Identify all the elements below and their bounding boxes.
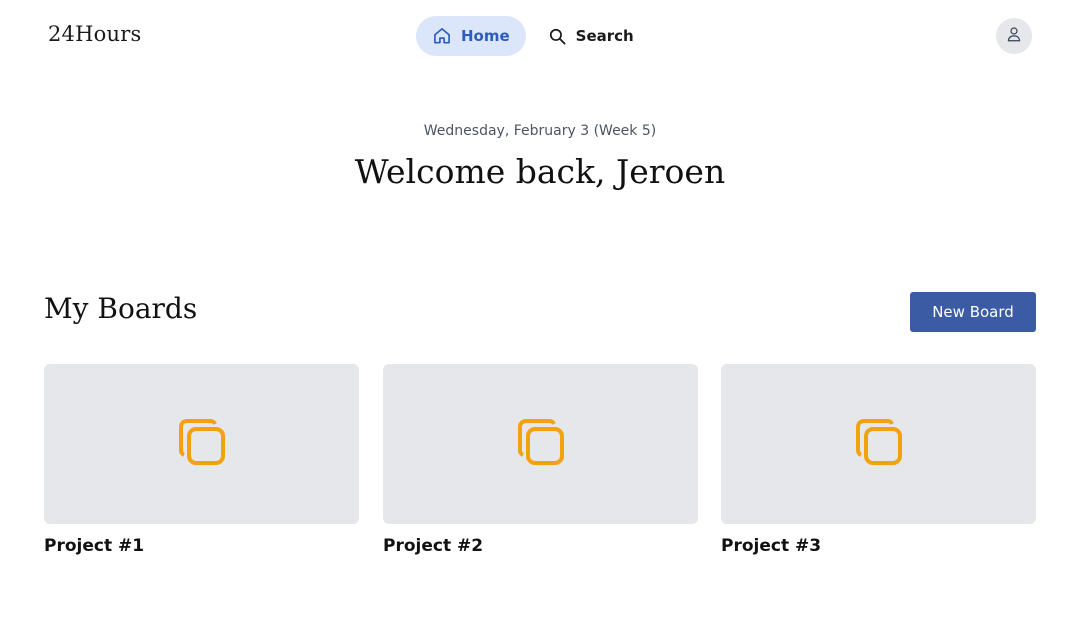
profile-button[interactable] bbox=[996, 18, 1032, 54]
board-label[interactable]: Project #2 bbox=[383, 536, 698, 556]
board-label[interactable]: Project #1 bbox=[44, 536, 359, 556]
nav-search-button[interactable]: Search bbox=[532, 16, 646, 56]
board-card-project-2[interactable]: Project #2 bbox=[383, 364, 698, 556]
board-copy-icon bbox=[854, 417, 904, 471]
home-icon bbox=[432, 26, 452, 46]
board-card-project-3[interactable]: Project #3 bbox=[721, 364, 1036, 556]
nav-search-label: Search bbox=[575, 27, 634, 45]
board-copy-icon bbox=[177, 417, 227, 471]
board-card-project-1[interactable]: Project #1 bbox=[44, 364, 359, 556]
page: 24Hours Home Search Wednesday, February … bbox=[0, 0, 1080, 634]
board-thumbnail[interactable] bbox=[383, 364, 698, 524]
board-label[interactable]: Project #3 bbox=[721, 536, 1036, 556]
nav-home-button[interactable]: Home bbox=[416, 16, 526, 56]
search-icon bbox=[548, 27, 567, 46]
board-thumbnail[interactable] bbox=[721, 364, 1036, 524]
top-nav: Home Search bbox=[416, 16, 646, 56]
user-icon bbox=[1005, 25, 1023, 47]
new-board-button[interactable]: New Board bbox=[910, 292, 1036, 332]
app-logo[interactable]: 24Hours bbox=[48, 22, 141, 46]
current-date: Wednesday, February 3 (Week 5) bbox=[423, 123, 657, 139]
welcome-heading: Welcome back, Jeroen bbox=[354, 152, 726, 191]
nav-home-label: Home bbox=[461, 27, 510, 45]
boards-title: My Boards bbox=[44, 292, 198, 325]
board-thumbnail[interactable] bbox=[44, 364, 359, 524]
board-copy-icon bbox=[516, 417, 566, 471]
